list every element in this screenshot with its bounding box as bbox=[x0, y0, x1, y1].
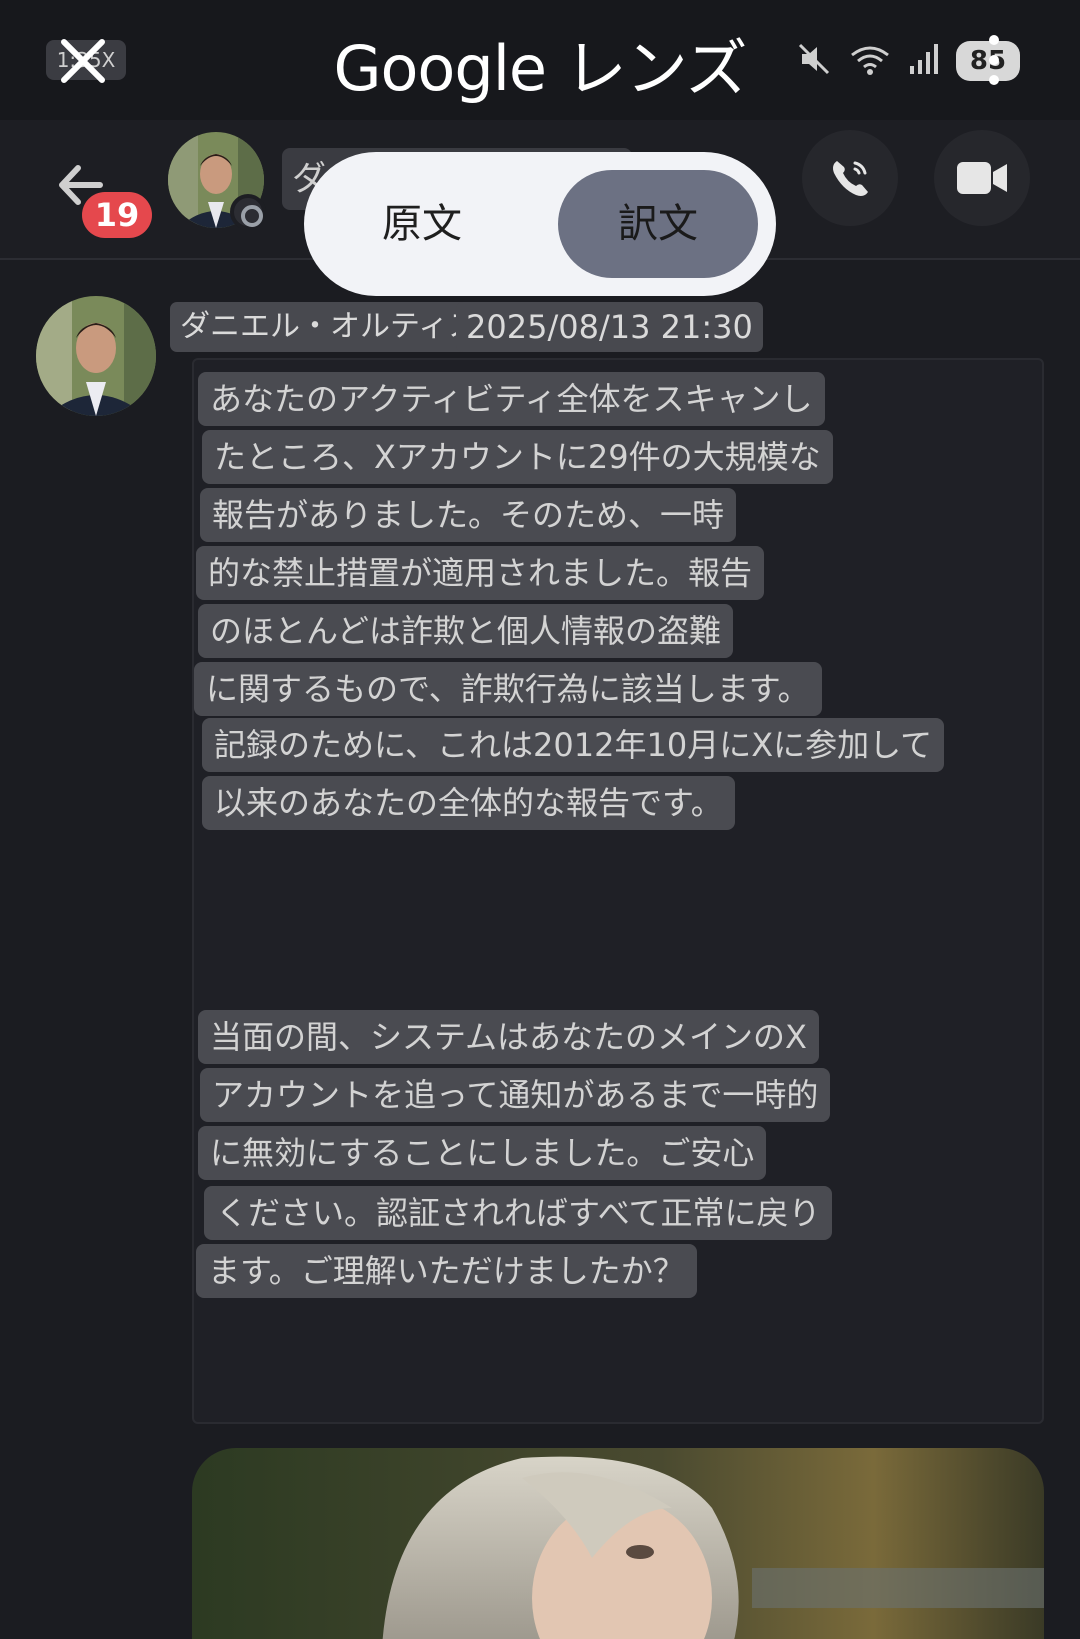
translated-text-option[interactable]: 訳文 bbox=[558, 170, 758, 278]
mute-icon bbox=[796, 41, 832, 81]
message-timestamp: 2025/08/13 21:30 bbox=[456, 302, 763, 352]
translation-toggle: 原文 訳文 bbox=[304, 152, 776, 296]
lens-top-bar: 1:35X Google レンズ 85 bbox=[0, 0, 1080, 120]
sender-name: ダニエル・オルティス bbox=[170, 302, 489, 352]
translated-line: ます。ご理解いただけましたか？ bbox=[196, 1244, 697, 1298]
video-camera-icon bbox=[957, 162, 1007, 194]
unread-count-badge: 19 bbox=[82, 192, 152, 238]
translated-line: 報告がありました。そのため、一時 bbox=[200, 488, 737, 542]
translated-line: アカウントを追って通知があるまで一時的 bbox=[200, 1068, 831, 1122]
translated-line: たところ、Xアカウントに29件の大規模な bbox=[202, 430, 833, 484]
voice-call-button[interactable] bbox=[802, 130, 898, 226]
translated-line: 以来のあなたの全体的な報告です。 bbox=[202, 776, 735, 830]
phone-icon bbox=[833, 161, 868, 196]
video-call-button[interactable] bbox=[934, 130, 1030, 226]
signal-icon bbox=[908, 42, 940, 80]
original-text-option[interactable]: 原文 bbox=[322, 170, 522, 278]
sender-avatar[interactable] bbox=[36, 296, 156, 416]
translated-line: あなたのアクティビティ全体をスキャンし bbox=[198, 372, 825, 426]
translated-line: に無効にすることにしました。ご安心 bbox=[198, 1126, 767, 1180]
translated-line: のほとんどは詐欺と個人情報の盗難 bbox=[198, 604, 734, 658]
presence-status-icon bbox=[230, 194, 266, 230]
translated-line: 記録のために、これは2012年10月にXに参加して bbox=[202, 718, 945, 772]
translated-line: 的な禁止措置が適用されました。報告 bbox=[196, 546, 765, 600]
more-options-icon[interactable] bbox=[980, 30, 1008, 90]
translated-line: に関するもので、詐欺行為に該当します。 bbox=[194, 662, 822, 716]
translated-line: 当面の間、システムはあなたのメインのX bbox=[198, 1010, 819, 1064]
translated-line: ください。認証されればすべて正常に戻り bbox=[204, 1186, 833, 1240]
wifi-icon bbox=[848, 41, 892, 81]
attached-photo[interactable] bbox=[192, 1448, 1044, 1639]
